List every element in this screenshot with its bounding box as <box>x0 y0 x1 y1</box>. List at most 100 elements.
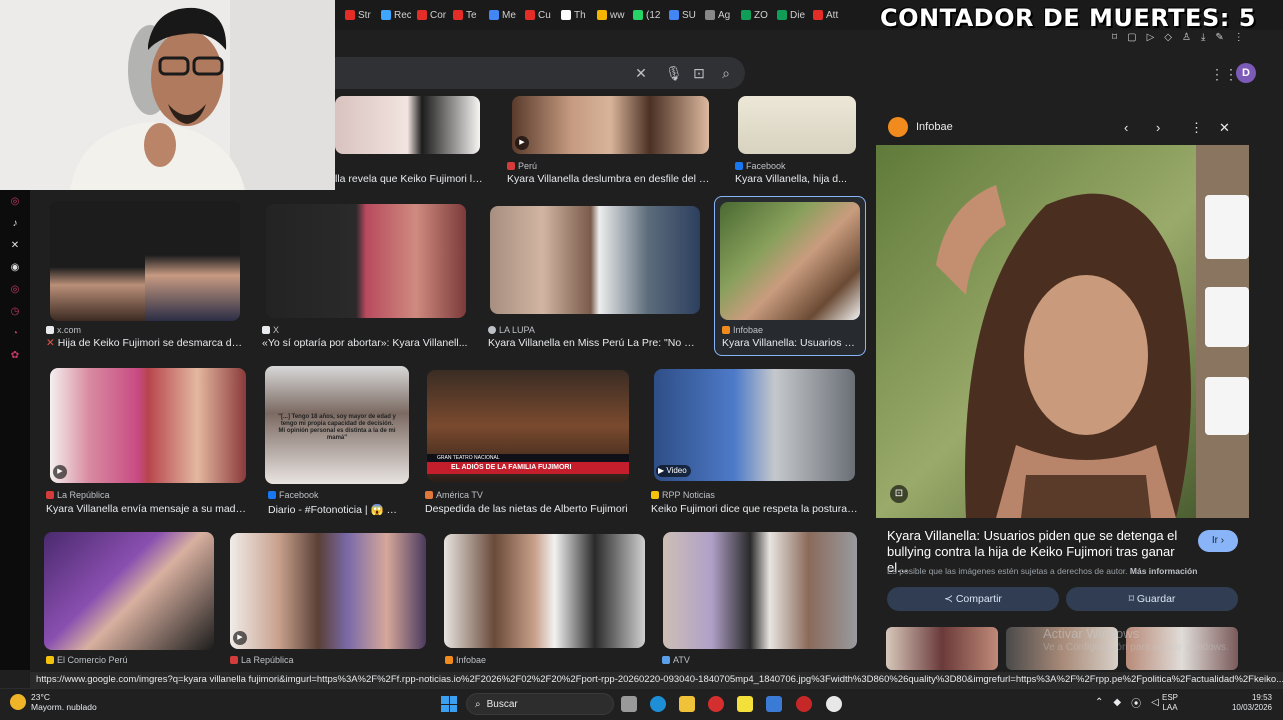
result-thumbnail[interactable]: ▶ <box>230 533 426 649</box>
clear-icon[interactable]: ✕ <box>633 65 649 81</box>
browser-tab[interactable]: Te <box>449 4 483 26</box>
result-caption[interactable]: Diario - #Fotonoticia | 😱 🔥 |... <box>268 503 408 516</box>
opera-icon[interactable] <box>708 696 724 712</box>
panel-source-name[interactable]: Infobae <box>916 121 953 133</box>
tab-favicon <box>633 10 643 20</box>
visit-button[interactable]: Ir › <box>1198 530 1238 552</box>
save-button[interactable]: ⌑ Guardar <box>1066 587 1238 611</box>
obs-icon[interactable] <box>826 696 842 712</box>
clock[interactable]: 19:53 10/03/2026 <box>1214 693 1272 713</box>
windows-start-icon[interactable] <box>441 696 457 712</box>
bookmark-icon[interactable]: ⌑ <box>1112 32 1117 43</box>
source-label: ATV <box>673 655 690 665</box>
language-indicator[interactable]: ESP LAA <box>1162 693 1178 713</box>
tab-label: Th <box>574 9 586 21</box>
browser-tab[interactable]: Cu <box>521 4 555 26</box>
video-badge: ▶ Video <box>656 465 691 477</box>
chevron-left-icon[interactable]: ‹ <box>1124 120 1128 135</box>
infobae-logo <box>888 117 908 137</box>
app-icon[interactable] <box>796 696 812 712</box>
search-bar[interactable]: ✕ 🎙 ⊡ ⌕ <box>335 57 745 89</box>
related-thumbnail[interactable] <box>886 627 998 670</box>
crop-icon[interactable]: ▢ <box>1127 32 1136 43</box>
ai-icon[interactable]: ✎ <box>1215 32 1223 43</box>
result-thumbnail[interactable] <box>335 96 480 154</box>
result-caption[interactable]: Kyara Villanella, hija d... <box>735 173 860 185</box>
browser-tab[interactable]: Die <box>773 4 807 26</box>
sticky-notes-icon[interactable] <box>737 696 753 712</box>
task-view-icon[interactable] <box>621 696 637 712</box>
lens-icon[interactable]: ⊡ <box>691 65 707 81</box>
microphone-icon[interactable]: ⦿ <box>1131 695 1141 710</box>
result-thumbnail[interactable] <box>663 532 857 649</box>
taskbar-search-label: Buscar <box>486 698 518 710</box>
browser-tab[interactable]: (12 <box>629 4 663 26</box>
browser-tab[interactable]: Me <box>485 4 519 26</box>
browser-tab[interactable]: SU <box>665 4 699 26</box>
lens-icon[interactable]: ⊡ <box>890 485 908 503</box>
result-caption[interactable]: lla revela que Keiko Fujimori le e... <box>335 173 485 185</box>
result-thumbnail[interactable]: GRAN TEATRO NACIONAL EL ADIÓS DE LA FAMI… <box>427 370 629 482</box>
download-icon[interactable]: ⤓ <box>1201 32 1205 43</box>
share-label: Compartir <box>955 593 1002 605</box>
app-icon[interactable] <box>766 696 782 712</box>
play-icon[interactable]: ▷ <box>1147 32 1155 43</box>
result-source: Perú <box>507 161 537 171</box>
browser-tab[interactable]: Th <box>557 4 591 26</box>
chevron-up-icon[interactable]: ⌃ <box>1095 697 1103 708</box>
death-counter-overlay: CONTADOR DE MUERTES: 5 <box>880 4 1256 32</box>
browser-tab[interactable]: Str <box>341 4 375 26</box>
extension-icon[interactable]: ◇ <box>1164 32 1172 43</box>
more-icon[interactable]: ⋮ <box>1190 120 1203 136</box>
file-explorer-icon[interactable] <box>679 696 695 712</box>
menu-icon[interactable]: ⋮ <box>1234 32 1244 43</box>
network-icon[interactable]: ◆ <box>1113 697 1121 708</box>
result-caption[interactable]: Kyara Villanella deslumbra en desfile de… <box>507 173 712 185</box>
source-favicon <box>268 491 276 499</box>
share-button[interactable]: ≺ Compartir <box>887 587 1059 611</box>
profile-icon[interactable]: ♙ <box>1182 32 1191 43</box>
search-icon[interactable]: ⌕ <box>718 65 734 81</box>
taskbar-search[interactable]: ⌕ Buscar <box>466 693 614 715</box>
result-thumbnail[interactable]: ▶ Video <box>654 369 855 481</box>
save-label: Guardar <box>1136 593 1176 605</box>
result-caption[interactable]: Keiko Fujimori dice que respeta la postu… <box>651 503 859 515</box>
browser-tab[interactable]: ZO <box>737 4 771 26</box>
cross-icon: ✕ <box>46 337 55 349</box>
browser-tab[interactable]: ww <box>593 4 627 26</box>
result-thumbnail[interactable] <box>444 534 645 648</box>
weather-widget[interactable]: 23°C Mayorm. nublado <box>10 692 97 712</box>
tiktok-icon: ♪ <box>12 218 18 229</box>
close-icon[interactable]: ✕ <box>1219 120 1230 136</box>
browser-tab[interactable]: Rec <box>377 4 411 26</box>
result-thumbnail[interactable] <box>490 206 700 314</box>
system-tray: ⌃ ◆ ⦿ ◁ <box>1095 695 1159 710</box>
browser-tab[interactable]: Cor <box>413 4 447 26</box>
result-thumbnail[interactable] <box>720 202 860 320</box>
result-caption[interactable]: «Yo sí optaría por abortar»: Kyara Villa… <box>262 337 470 349</box>
weather-text: 23°C Mayorm. nublado <box>31 692 97 712</box>
preview-image[interactable]: ⊡ <box>876 145 1249 518</box>
account-avatar[interactable]: D <box>1236 63 1256 83</box>
browser-tab[interactable]: Ag <box>701 4 735 26</box>
speaker-icon[interactable]: ◁ <box>1151 697 1159 708</box>
result-thumbnail[interactable] <box>738 96 856 154</box>
result-caption[interactable]: Kyara Villanella en Miss Perú La Pre: "N… <box>488 337 700 349</box>
result-thumbnail[interactable]: "[...] Tengo 18 años, soy mayor de edad … <box>265 366 409 484</box>
edge-icon[interactable] <box>650 696 666 712</box>
result-thumbnail[interactable] <box>44 532 214 650</box>
result-caption[interactable]: Kyara Villanella envía mensaje a su madr… <box>46 503 246 515</box>
browser-tab[interactable]: Att <box>809 4 843 26</box>
result-thumbnail[interactable]: ▶ <box>512 96 709 154</box>
chevron-right-icon[interactable]: › <box>1156 120 1160 135</box>
result-caption[interactable]: ✕ Hija de Keiko Fujimori se desmarca de … <box>46 337 246 349</box>
tab-favicon <box>813 10 823 20</box>
result-thumbnail[interactable] <box>50 201 240 321</box>
clock-time: 19:53 <box>1251 693 1272 702</box>
result-thumbnail[interactable] <box>266 204 466 318</box>
result-caption[interactable]: Kyara Villanella: Usuarios pid... <box>722 337 858 349</box>
result-caption[interactable]: Despedida de las nietas de Alberto Fujim… <box>425 503 635 515</box>
more-info-link[interactable]: Más información <box>1130 566 1198 576</box>
microphone-icon[interactable]: 🎙 <box>665 65 683 81</box>
result-thumbnail[interactable]: ▶ <box>50 368 246 483</box>
